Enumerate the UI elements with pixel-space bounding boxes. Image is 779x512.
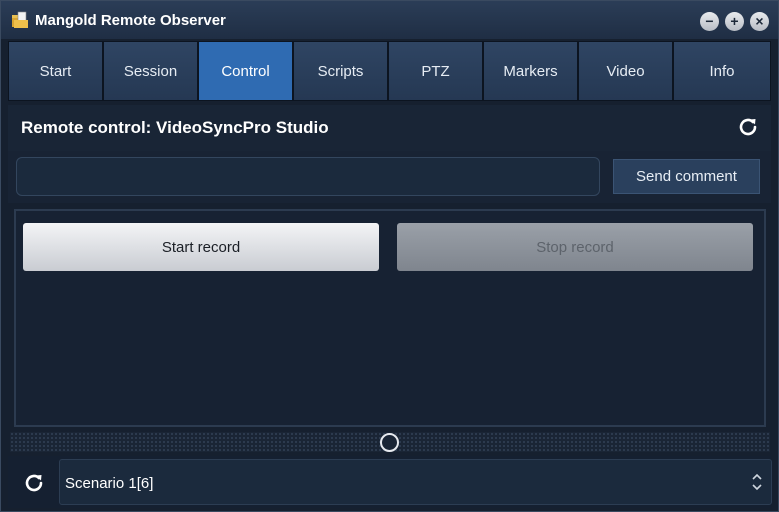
minimize-button[interactable]: − (700, 12, 719, 31)
record-panel: Start record Stop record (14, 209, 766, 427)
send-comment-button[interactable]: Send comment (613, 159, 760, 194)
start-record-button[interactable]: Start record (23, 223, 379, 271)
refresh-icon[interactable] (736, 115, 760, 139)
folder-icon (12, 11, 28, 28)
tab-bar: Start Session Control Scripts PTZ Marker… (8, 41, 771, 101)
scenario-select[interactable]: Scenario 1[6] (59, 459, 772, 505)
close-button[interactable]: × (750, 12, 769, 31)
tab-video[interactable]: Video (578, 41, 673, 101)
scenario-value: Scenario 1[6] (65, 475, 154, 492)
tab-control[interactable]: Control (198, 41, 293, 101)
tab-start[interactable]: Start (8, 41, 103, 101)
updown-arrows-icon (752, 473, 762, 491)
maximize-button[interactable]: + (725, 12, 744, 31)
page-title: Remote control: VideoSyncPro Studio (21, 118, 329, 137)
tab-scripts[interactable]: Scripts (293, 41, 388, 101)
splitter-handle[interactable] (380, 433, 399, 452)
bottom-bar: Scenario 1[6] (8, 456, 772, 508)
refresh-icon[interactable] (22, 471, 46, 495)
tab-ptz[interactable]: PTZ (388, 41, 483, 101)
panel-splitter[interactable] (10, 432, 770, 452)
title-bar: Mangold Remote Observer − + × (1, 1, 778, 39)
page-header: Remote control: VideoSyncPro Studio (8, 105, 771, 151)
window-title: Mangold Remote Observer (35, 12, 226, 29)
tab-markers[interactable]: Markers (483, 41, 578, 101)
comment-input[interactable] (16, 157, 600, 196)
app-window: Mangold Remote Observer − + × Start Sess… (0, 0, 779, 512)
tab-info[interactable]: Info (673, 41, 771, 101)
stop-record-button: Stop record (397, 223, 753, 271)
tab-session[interactable]: Session (103, 41, 198, 101)
comment-row: Send comment (8, 151, 771, 203)
